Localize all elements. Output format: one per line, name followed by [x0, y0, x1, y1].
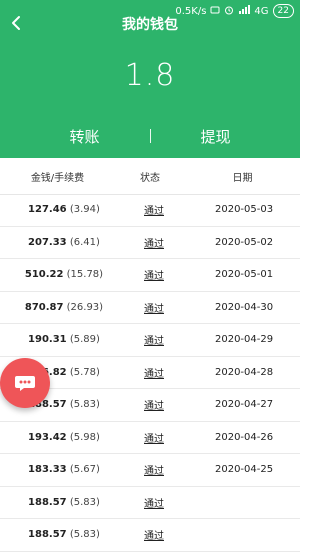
- status-link[interactable]: 通过: [120, 332, 188, 347]
- amount-fee-column-header: 金钱/手续费: [30, 172, 85, 184]
- table-header: 金钱/手续费 状态 日期: [0, 158, 300, 195]
- fee-value: (15.78): [66, 269, 104, 281]
- date-cell: 2020-05-01: [214, 269, 274, 281]
- date-cell: 2020-05-03: [214, 204, 274, 216]
- fee-value: (5.83): [69, 529, 100, 541]
- fee-value: (5.98): [69, 431, 100, 443]
- date-column-header: 日期: [232, 172, 253, 184]
- amount-fee-cell: 183.33 (5.67): [0, 464, 120, 475]
- actions-divider: [149, 129, 151, 143]
- amount-value: 127.46: [28, 204, 67, 216]
- amount-value: 190.31: [28, 334, 67, 346]
- date-cell: 2020-04-29: [214, 334, 274, 346]
- amount-fee-cell: 188.57 (5.83): [0, 529, 120, 540]
- amount-value: 207.33: [28, 236, 67, 248]
- amount-fee-cell: 190.31 (5.89): [0, 334, 120, 345]
- status-link[interactable]: 通过: [120, 462, 188, 477]
- fee-value: (5.89): [69, 334, 100, 346]
- table-row: 510.22 (15.78) 通过 2020-05-01: [0, 259, 300, 292]
- amount-value: 188.57: [28, 529, 67, 541]
- status-link[interactable]: 通过: [120, 495, 188, 510]
- table-row: 188.57 (5.83) 通过: [0, 519, 300, 552]
- withdraw-button[interactable]: 提现: [151, 126, 281, 147]
- fee-value: (5.67): [69, 464, 100, 476]
- table-row: 193.42 (5.98) 通过 2020-04-26: [0, 422, 300, 454]
- table-row: 870.87 (26.93) 通过 2020-04-30: [0, 292, 300, 324]
- fee-value: (6.41): [69, 236, 100, 248]
- wallet-actions: 转账 提现: [0, 124, 300, 148]
- date-cell: 2020-04-26: [214, 431, 274, 443]
- wallet-balance: 1.8: [124, 58, 176, 93]
- table-row: 188.57 (5.83) 通过: [0, 487, 300, 519]
- status-link[interactable]: 通过: [120, 267, 188, 282]
- status-link[interactable]: 通过: [120, 527, 188, 542]
- status-link[interactable]: 通过: [120, 202, 188, 217]
- status-column-header: 状态: [140, 172, 160, 184]
- table-row: 207.33 (6.41) 通过 2020-05-02: [0, 227, 300, 259]
- fee-value: (5.83): [69, 496, 100, 508]
- date-cell: 2020-04-25: [214, 464, 274, 476]
- amount-fee-cell: 127.46 (3.94): [0, 204, 120, 215]
- fee-value: (5.78): [69, 366, 100, 378]
- status-link[interactable]: 通过: [120, 300, 188, 315]
- wallet-header: 0.5K/s 4G 22 我的钱包 1.8 转账 提现: [0, 0, 300, 158]
- status-link[interactable]: 通过: [120, 365, 188, 380]
- status-link[interactable]: 通过: [120, 235, 188, 250]
- amount-fee-cell: 510.22 (15.78): [0, 269, 120, 280]
- chat-bubble-icon: [15, 376, 35, 391]
- chat-fab-button[interactable]: [0, 358, 50, 408]
- date-cell: 2020-04-27: [214, 399, 274, 411]
- amount-fee-cell: 870.87 (26.93): [0, 302, 120, 313]
- amount-fee-cell: 207.33 (6.41): [0, 237, 120, 248]
- amount-value: 188.57: [28, 496, 67, 508]
- date-cell: 2020-04-28: [214, 366, 274, 378]
- status-link[interactable]: 通过: [120, 397, 188, 412]
- fee-value: (26.93): [66, 301, 104, 313]
- transfer-button[interactable]: 转账: [20, 126, 150, 147]
- page-title: 我的钱包: [122, 17, 178, 33]
- amount-value: 193.42: [28, 431, 67, 443]
- amount-fee-cell: 193.42 (5.98): [0, 432, 120, 443]
- date-cell: 2020-05-02: [214, 236, 274, 248]
- amount-value: 183.33: [28, 464, 67, 476]
- amount-value: 510.22: [24, 269, 64, 281]
- fee-value: (3.94): [69, 204, 100, 216]
- status-link[interactable]: 通过: [120, 430, 188, 445]
- amount-value: 870.87: [24, 301, 64, 313]
- table-row: 183.33 (5.67) 通过 2020-04-25: [0, 454, 300, 487]
- date-cell: 2020-04-30: [214, 301, 274, 313]
- table-row: 190.31 (5.89) 通过 2020-04-29: [0, 324, 300, 357]
- fee-value: (5.83): [69, 399, 100, 411]
- amount-fee-cell: 188.57 (5.83): [0, 497, 120, 508]
- table-row: 127.46 (3.94) 通过 2020-05-03: [0, 194, 300, 227]
